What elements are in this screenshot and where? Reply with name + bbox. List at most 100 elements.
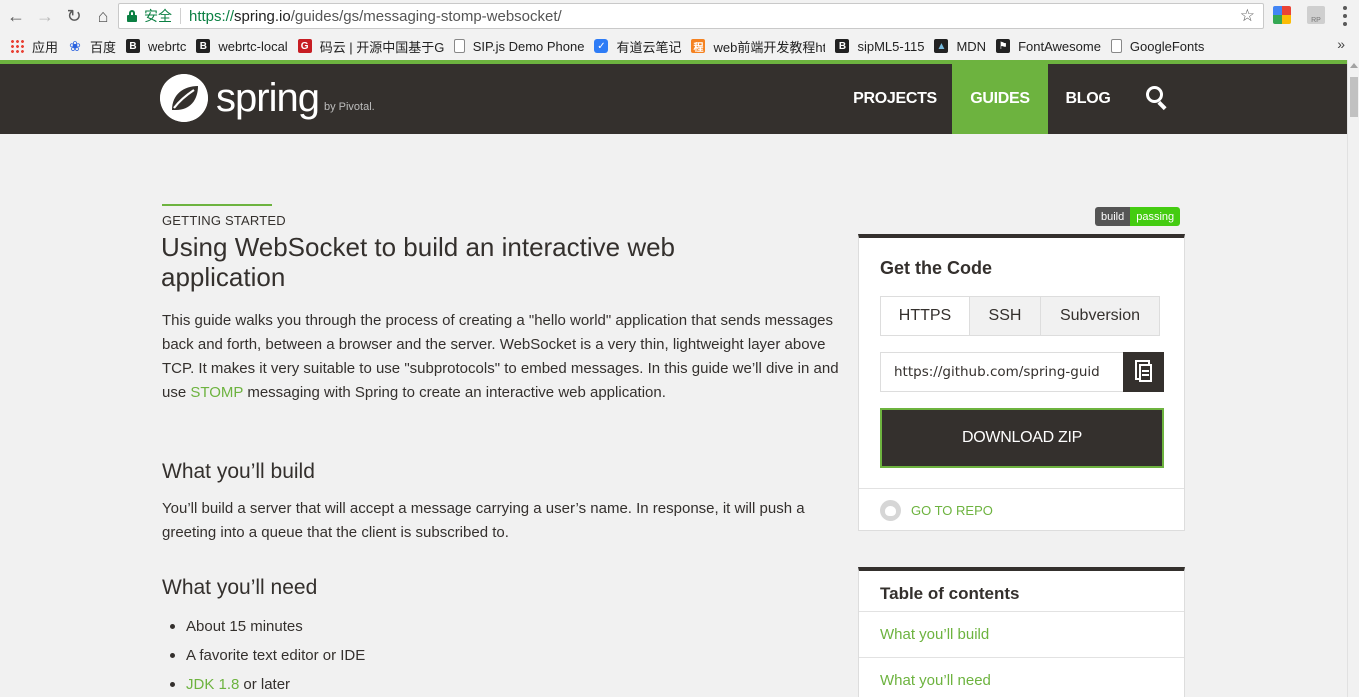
github-icon xyxy=(880,500,901,521)
site-header: spring by Pivotal. PROJECTS GUIDES BLOG xyxy=(0,64,1347,134)
bookmark-label: FontAwesome xyxy=(1018,38,1101,54)
bookmark-sipjs[interactable]: SIP.js Demo Phone xyxy=(453,32,585,60)
nav-guides[interactable]: GUIDES xyxy=(952,64,1048,134)
rp-extension-icon[interactable]: RP xyxy=(1307,6,1325,24)
copy-clipboard-icon[interactable] xyxy=(1123,352,1164,392)
spring-leaf-icon xyxy=(160,74,208,122)
tab-subversion[interactable]: Subversion xyxy=(1040,297,1159,335)
toc-item-build[interactable]: What you’ll build xyxy=(859,611,1184,657)
bookmarks-overflow-button[interactable]: » xyxy=(1337,36,1345,52)
bookmark-googlefonts[interactable]: GoogleFonts xyxy=(1110,32,1205,60)
bookmark-label: 码云 | 开源中国基于G xyxy=(319,39,444,55)
toc-item-need[interactable]: What you’ll need xyxy=(859,657,1184,697)
b-icon: B xyxy=(126,39,141,53)
get-the-code-title: Get the Code xyxy=(880,258,993,278)
download-zip-button[interactable]: DOWNLOAD ZIP xyxy=(880,408,1164,468)
bookmark-baidu[interactable]: ❀ 百度 xyxy=(68,32,116,60)
bookmark-fontawesome[interactable]: ⚑ FontAwesome xyxy=(996,32,1101,60)
intro-paragraph: This guide walks you through the process… xyxy=(162,309,842,405)
bookmark-label: web前端开发教程htm xyxy=(713,39,826,55)
bookmark-mdn[interactable]: ▲ MDN xyxy=(934,32,986,60)
bookmark-youdao[interactable]: ✓ 有道云笔记 xyxy=(594,32,681,60)
list-item-text: About 15 minutes xyxy=(186,618,303,635)
badge-label: build xyxy=(1095,207,1131,226)
bookmark-label: webrtc xyxy=(148,38,187,54)
eyebrow-rule xyxy=(162,204,272,206)
gitee-icon: G xyxy=(297,39,312,53)
tab-https[interactable]: HTTPS xyxy=(881,297,969,335)
bookmark-label: webrtc-local xyxy=(218,38,288,54)
stomp-link[interactable]: STOMP xyxy=(190,384,243,401)
clone-protocol-tabs: HTTPS SSH Subversion xyxy=(880,296,1160,336)
page-icon xyxy=(453,39,465,53)
build-status-badge[interactable]: build passing xyxy=(1095,207,1181,226)
list-item-text: A favorite text editor or IDE xyxy=(186,647,366,664)
reload-icon[interactable]: ↻ xyxy=(61,3,87,29)
tutorial-icon: 程 xyxy=(691,39,706,54)
logo-wordmark: spring xyxy=(216,75,320,120)
bookmark-label: 百度 xyxy=(90,39,117,55)
search-icon[interactable] xyxy=(1144,84,1172,112)
url-host: spring.io xyxy=(234,7,291,25)
rp-extension-label: RP xyxy=(1311,17,1321,24)
bookmark-label: 应用 xyxy=(32,39,59,55)
bullet-dot xyxy=(170,682,175,687)
bookmark-apps[interactable]: 应用 xyxy=(10,32,58,60)
lock-icon xyxy=(127,10,137,22)
secure-label: 安全 xyxy=(144,8,172,24)
browser-menu-icon[interactable] xyxy=(1338,6,1352,26)
section-heading-need: What you’ll need xyxy=(162,576,318,599)
nav-projects[interactable]: PROJECTS xyxy=(846,64,944,134)
page-icon xyxy=(1110,39,1122,53)
bookmark-webrtc-local[interactable]: B webrtc-local xyxy=(196,32,288,60)
logo-byline: by Pivotal. xyxy=(323,101,375,113)
page-title: Using WebSocket to build an interactive … xyxy=(161,232,676,292)
badge-status: passing xyxy=(1130,207,1181,226)
bookmark-sipml5[interactable]: B sipML5-115 xyxy=(835,32,924,60)
bullet-dot xyxy=(170,624,175,629)
url-path: /guides/gs/messaging-stomp-websocket/ xyxy=(290,7,562,25)
bookmark-label: SIP.js Demo Phone xyxy=(472,38,585,54)
b-icon: B xyxy=(196,39,211,53)
b-icon: B xyxy=(835,39,850,53)
bookmark-webrtc[interactable]: B webrtc xyxy=(126,32,186,60)
intro-text-end: messaging with Spring to create an inter… xyxy=(243,384,666,401)
mdn-icon: ▲ xyxy=(934,39,949,53)
go-to-repo-label: GO TO REPO xyxy=(911,503,993,518)
list-item: A favorite text editor or IDE xyxy=(170,641,365,670)
chrome-extension-icon[interactable] xyxy=(1273,6,1291,24)
youdao-icon: ✓ xyxy=(594,39,609,53)
url-scheme: https:// xyxy=(189,7,235,25)
bookmarks-bar: 应用 ❀ 百度 B webrtc B webrtc-local G 码云 | 开… xyxy=(0,32,1359,60)
scroll-up-arrow-icon[interactable] xyxy=(1350,63,1358,68)
spring-logo[interactable]: spring by Pivotal. xyxy=(160,74,375,122)
address-bar[interactable]: 安全 https:// spring.io /guides/gs/messagi… xyxy=(118,3,1264,29)
bookmark-star-icon[interactable]: ☆ xyxy=(1240,6,1255,26)
baidu-paw-icon: ❀ xyxy=(69,37,81,54)
bookmark-label: GoogleFonts xyxy=(1129,38,1205,54)
jdk-link[interactable]: JDK 1.8 xyxy=(186,676,239,693)
flag-icon: ⚑ xyxy=(996,39,1011,53)
bookmark-label: sipML5-115 xyxy=(857,38,925,54)
url-separator xyxy=(180,8,181,24)
go-to-repo-link[interactable]: GO TO REPO xyxy=(880,500,993,521)
card-divider xyxy=(859,488,1184,489)
tab-ssh[interactable]: SSH xyxy=(969,297,1040,335)
nav-blog[interactable]: BLOG xyxy=(1056,64,1120,134)
clone-url-input[interactable]: https://github.com/spring-guid xyxy=(880,352,1124,392)
build-paragraph: You’ll build a server that will accept a… xyxy=(162,500,805,541)
home-icon[interactable]: ⌂ xyxy=(90,3,116,29)
requirements-list: About 15 minutes A favorite text editor … xyxy=(170,612,365,697)
toc-title: Table of contents xyxy=(880,584,1020,603)
bookmark-gitee[interactable]: G 码云 | 开源中国基于G xyxy=(297,32,444,60)
back-arrow-icon[interactable]: ← xyxy=(3,3,29,29)
table-of-contents-card: Table of contents What you’ll build What… xyxy=(858,567,1185,697)
scroll-thumb[interactable] xyxy=(1350,77,1358,117)
list-item: About 15 minutes xyxy=(170,612,365,641)
list-item-text: or later xyxy=(243,676,291,693)
forward-arrow-icon[interactable]: → xyxy=(32,3,58,29)
bookmark-web-tutorial[interactable]: 程 web前端开发教程htm xyxy=(691,32,825,60)
list-item: JDK 1.8 or later xyxy=(170,670,365,697)
page-scrollbar[interactable] xyxy=(1347,60,1359,697)
bookmark-label: MDN xyxy=(956,38,987,54)
